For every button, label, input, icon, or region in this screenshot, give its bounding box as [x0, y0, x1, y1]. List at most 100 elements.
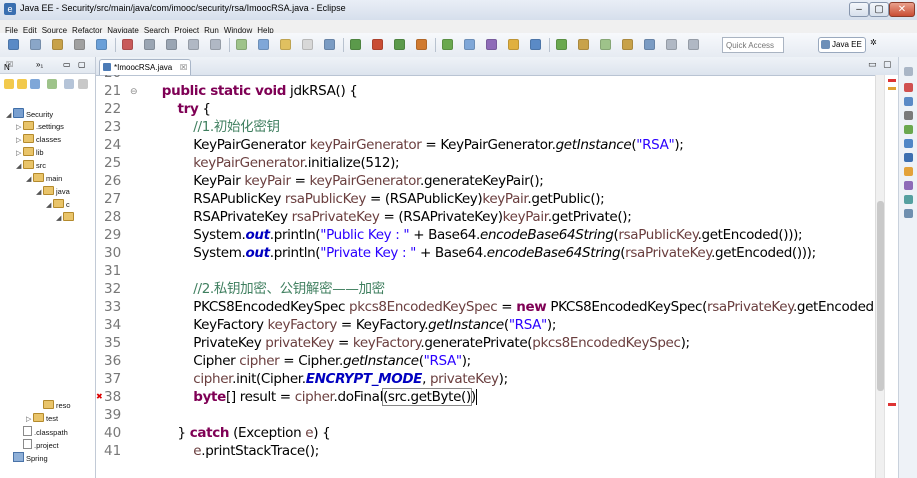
- tree-node[interactable]: reso: [36, 400, 71, 412]
- overview-warning-marker[interactable]: [888, 87, 896, 90]
- collapsed-twisty-icon[interactable]: ▷: [26, 414, 33, 426]
- perspective-javaee-button[interactable]: Java EE: [818, 37, 866, 53]
- whitespace-icon[interactable]: [324, 39, 335, 50]
- expanded-twisty-icon[interactable]: ◢: [36, 187, 43, 199]
- new-class-icon[interactable]: [486, 39, 497, 50]
- hierarchy-tab[interactable]: »₁: [36, 60, 43, 69]
- save-all-icon[interactable]: [52, 39, 63, 50]
- package-explorer-tab[interactable]: N ☒: [4, 60, 13, 72]
- next-annotation-icon[interactable]: [556, 39, 567, 50]
- up-icon[interactable]: [30, 79, 40, 89]
- markers-view-icon[interactable]: [904, 83, 913, 92]
- tree-node[interactable]: ◢ Security: [6, 108, 53, 120]
- text-cursor: [475, 389, 477, 405]
- expanded-twisty-icon[interactable]: ◢: [6, 110, 13, 122]
- javaee-perspective-icon: [821, 40, 830, 49]
- collapse-all-icon[interactable]: [47, 79, 57, 89]
- snippets-icon[interactable]: [904, 209, 913, 218]
- fold-toggle-icon[interactable]: ⊖: [130, 82, 138, 100]
- expanded-twisty-icon[interactable]: ◢: [56, 213, 63, 225]
- pin-icon[interactable]: [666, 39, 677, 50]
- perspective-debug-button[interactable]: ✲: [870, 38, 877, 47]
- palette-icon[interactable]: [904, 125, 913, 134]
- tree-node[interactable]: ◢ java: [36, 186, 70, 198]
- misc-icon[interactable]: [688, 39, 699, 50]
- line-number: 39: [104, 407, 122, 423]
- new-package-icon[interactable]: [464, 39, 475, 50]
- scrollbar-thumb[interactable]: [877, 201, 884, 391]
- tree-node[interactable]: ◢ c: [46, 199, 70, 211]
- overview-error-marker[interactable]: [888, 79, 896, 82]
- editor-minimize-icon[interactable]: ▭: [868, 60, 877, 69]
- javadoc-view-icon[interactable]: [904, 181, 913, 190]
- prev-annotation-icon[interactable]: [578, 39, 589, 50]
- expanded-twisty-icon[interactable]: ◢: [26, 174, 33, 186]
- servers-view-icon[interactable]: [904, 139, 913, 148]
- run-icon[interactable]: [372, 39, 383, 50]
- right-trim-stack: [898, 57, 917, 478]
- maximize-button[interactable]: ▢: [869, 2, 889, 17]
- problems-view-icon[interactable]: [904, 167, 913, 176]
- debug-icon[interactable]: [350, 39, 361, 50]
- data-source-icon[interactable]: [904, 195, 913, 204]
- close-button[interactable]: ✕: [889, 2, 915, 17]
- minimize-button[interactable]: –: [849, 2, 869, 17]
- stop-icon[interactable]: [122, 39, 133, 50]
- suspend-icon[interactable]: [188, 39, 199, 50]
- restore-icon[interactable]: [904, 67, 913, 76]
- editor-tab-imoocrsa[interactable]: *ImoocRSA.java ☒: [99, 59, 191, 75]
- editor-maximize-icon[interactable]: ▢: [883, 60, 892, 69]
- tree-node[interactable]: .classpath: [16, 426, 68, 438]
- task-list-icon[interactable]: [904, 111, 913, 120]
- last-edit-icon[interactable]: [600, 39, 611, 50]
- overview-ruler[interactable]: [884, 75, 898, 478]
- tree-node[interactable]: ◢: [56, 212, 76, 224]
- back-icon[interactable]: [4, 79, 14, 89]
- code-text: KeyFactory keyFactory = KeyFactory.getIn…: [146, 316, 556, 334]
- resume-icon[interactable]: [166, 39, 177, 50]
- tab-close-icon[interactable]: ☒: [180, 60, 187, 75]
- forward-icon[interactable]: [644, 39, 655, 50]
- run-last-icon[interactable]: [394, 39, 405, 50]
- tree-node[interactable]: .project: [16, 439, 59, 451]
- code-token-box: (src.getByte(): [381, 388, 472, 406]
- tree-node[interactable]: ▷ test: [26, 413, 58, 425]
- open-type-icon[interactable]: [508, 39, 519, 50]
- collapsed-twisty-icon[interactable]: ▷: [16, 135, 23, 147]
- collapsed-twisty-icon[interactable]: ▷: [16, 122, 23, 134]
- block-select-icon[interactable]: [302, 39, 313, 50]
- skip-icon[interactable]: [144, 39, 155, 50]
- collapsed-twisty-icon[interactable]: ▷: [16, 148, 23, 160]
- minimize-view-icon[interactable]: ▭: [63, 60, 71, 69]
- server-icon[interactable]: [96, 39, 107, 50]
- outline-view-icon[interactable]: [904, 97, 913, 106]
- tree-node[interactable]: ▷ .settings: [16, 121, 64, 133]
- tree-node[interactable]: Spring: [6, 452, 48, 464]
- code-area[interactable]: 2021 ⊖ public static void jdkRSA() {22 tr…: [96, 75, 876, 478]
- expanded-twisty-icon[interactable]: ◢: [16, 161, 23, 173]
- external-tools-icon[interactable]: [416, 39, 427, 50]
- perspective-javaee-label: Java EE: [832, 40, 862, 49]
- forward-icon[interactable]: [17, 79, 27, 89]
- maximize-view-icon[interactable]: ▢: [78, 60, 86, 69]
- tree-node[interactable]: ▷ lib: [16, 147, 44, 159]
- link-editor-icon[interactable]: [64, 79, 74, 89]
- quick-access-input[interactable]: [722, 37, 784, 53]
- print-icon[interactable]: [74, 39, 85, 50]
- tree-node[interactable]: ◢ src: [16, 160, 46, 172]
- search-icon[interactable]: [530, 39, 541, 50]
- tree-node[interactable]: ▷ classes: [16, 134, 61, 146]
- mark-occurrences-icon[interactable]: [280, 39, 291, 50]
- open-task-icon[interactable]: [236, 39, 247, 50]
- new-icon[interactable]: [8, 39, 19, 50]
- save-icon[interactable]: [30, 39, 41, 50]
- overview-error-marker[interactable]: [888, 403, 896, 406]
- tree-node[interactable]: ◢ main: [26, 173, 62, 185]
- view-menu-icon[interactable]: [78, 79, 88, 89]
- new-java-project-icon[interactable]: [442, 39, 453, 50]
- console-view-icon[interactable]: [904, 153, 913, 162]
- back-icon[interactable]: [622, 39, 633, 50]
- step-icon[interactable]: [210, 39, 221, 50]
- annotation-icon[interactable]: [258, 39, 269, 50]
- expanded-twisty-icon[interactable]: ◢: [46, 200, 53, 212]
